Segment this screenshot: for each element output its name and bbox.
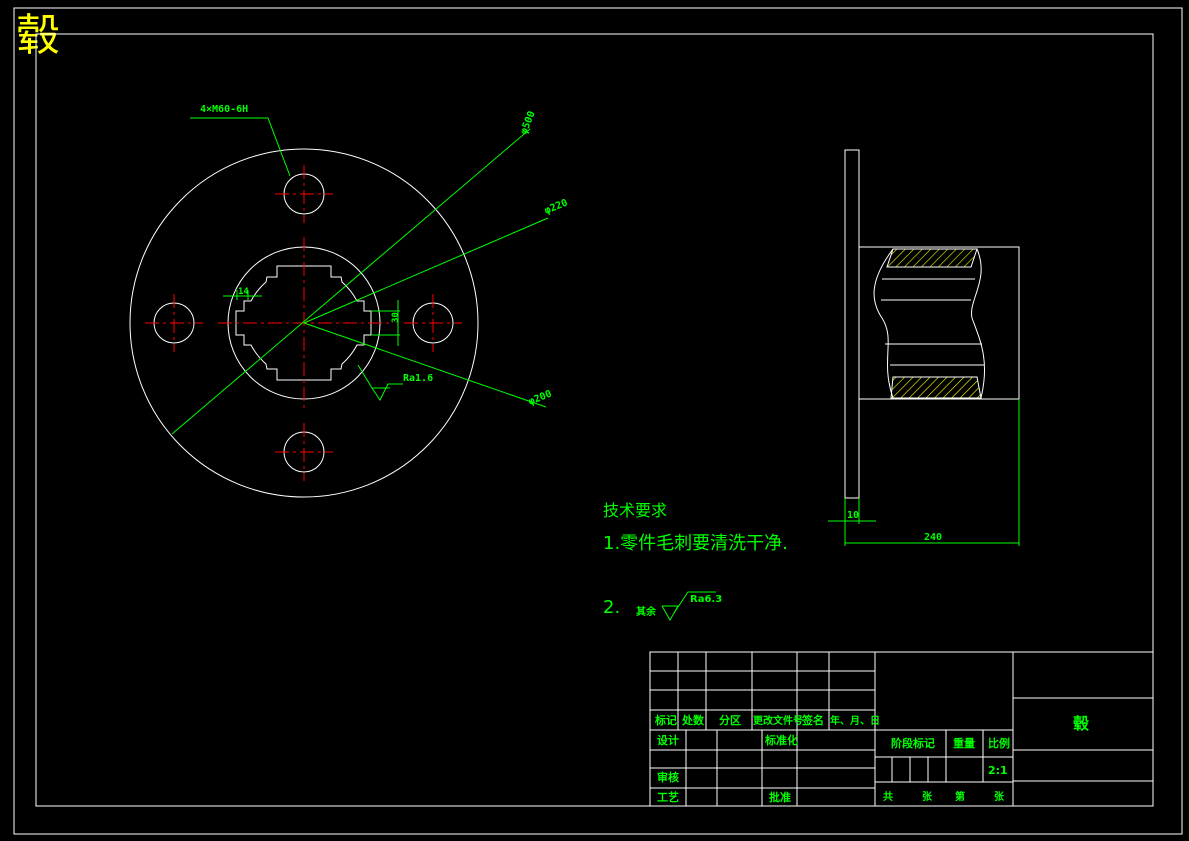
tb-label-3: 更改文件号: [753, 714, 803, 727]
front-view: 4×M60-6H φ500 φ220 φ200 14 30 Ra1.6: [129, 104, 569, 498]
tb-sheets-unit: 张: [922, 790, 933, 803]
roughness-symbol: [661, 605, 679, 622]
notes-heading: 技术要求: [603, 501, 667, 520]
tb-design: 设计: [657, 733, 679, 747]
hub-outline: [859, 246, 1020, 400]
hatch-bottom: [890, 376, 982, 399]
notes-line2-text: 其余: [636, 605, 657, 618]
tb-label-5: 年、月、日: [830, 714, 880, 727]
keyway-width-label: 14: [238, 287, 249, 297]
notes-line1: 1.零件毛刺要清洗干净.: [603, 533, 788, 554]
notes-roughness: Ra6.3: [690, 594, 722, 605]
hatch-top: [886, 248, 978, 268]
roughness-label: Ra1.6: [403, 373, 433, 384]
tb-review: 审核: [657, 770, 679, 784]
break-curve-left: [873, 248, 894, 399]
tb-label-2: 分区: [719, 713, 741, 727]
keyway-depth-label: 30: [391, 312, 401, 323]
dia-mid-label: φ220: [543, 198, 569, 217]
hole-note-label: 4×M60-6H: [200, 104, 248, 115]
tb-sheet-unit2: 张: [994, 790, 1005, 803]
tb-label-0: 标记: [654, 713, 677, 727]
tb-process: 工艺: [657, 790, 679, 804]
cad-drawing: 4×M60-6H φ500 φ220 φ200 14 30 Ra1.6 10 2…: [13, 7, 1183, 835]
tb-stage-mark: 阶段标记: [891, 736, 935, 750]
break-curve-right: [971, 248, 986, 399]
dim-length-label: 240: [924, 532, 942, 543]
technical-notes: 技术要求 1.零件毛刺要清洗干净. 2. 其余 Ra6.3: [603, 501, 788, 622]
sheet-border: [13, 7, 1183, 835]
tb-scale-value: 2:1: [988, 764, 1008, 777]
tb-label-4: 签名: [801, 713, 824, 727]
side-dimensions: [828, 399, 1020, 546]
tb-standard: 标准化: [764, 733, 798, 747]
tb-label-1: 处数: [681, 713, 705, 727]
frame-border: [35, 33, 1154, 807]
side-view: 10 240: [828, 149, 1020, 546]
bore-lines: [881, 278, 984, 366]
dia-outer-label: φ500: [519, 110, 538, 136]
tb-scale-label: 比例: [988, 736, 1010, 750]
tb-sheets-total: 共: [883, 790, 893, 803]
tb-approve: 批准: [769, 790, 791, 804]
tb-weight: 重量: [953, 736, 975, 750]
flange-plate: [844, 149, 860, 499]
tb-part-name: 毂: [1073, 714, 1090, 733]
front-dimensions: [171, 117, 549, 435]
notes-line2-prefix: 2.: [603, 597, 620, 618]
tb-sheet-no: 第: [955, 790, 965, 803]
centerlines: [145, 165, 462, 481]
title-block-text: 标记 处数 分区 更改文件号 签名 年、月、日 设计 标准化 审核 工艺 批准 …: [654, 713, 1090, 804]
dim-flange-label: 10: [847, 510, 859, 521]
